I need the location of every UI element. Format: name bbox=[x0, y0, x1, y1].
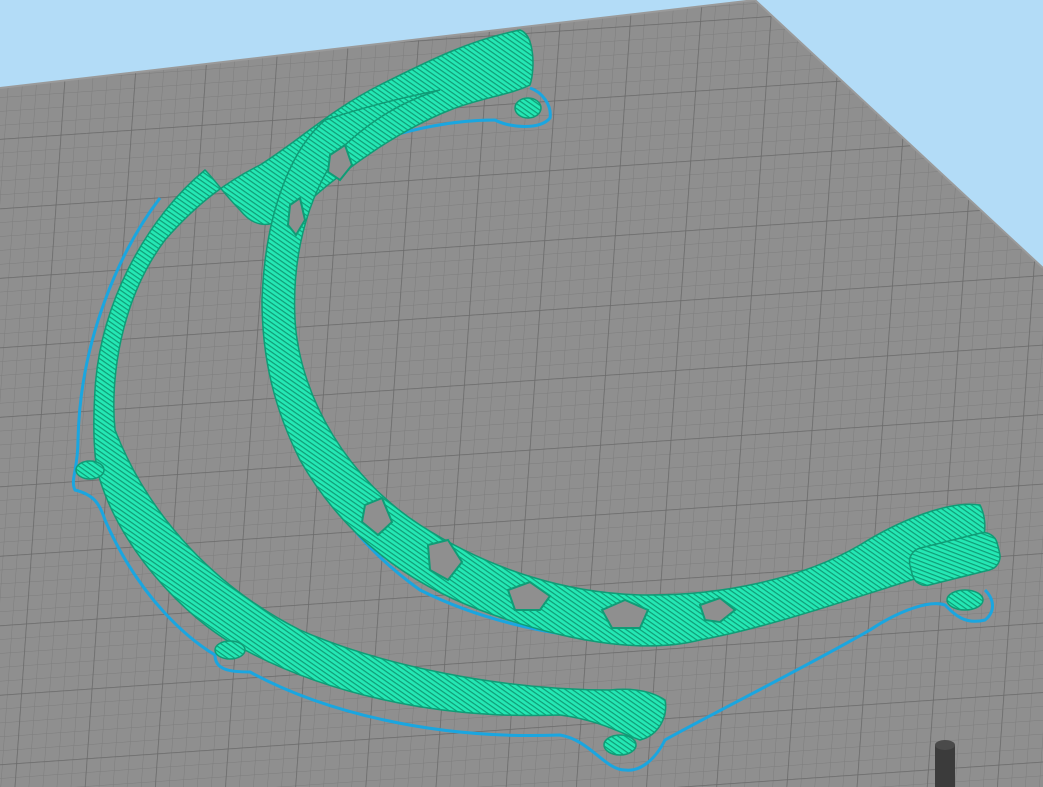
scene-canvas[interactable] bbox=[0, 0, 1043, 787]
nozzle-icon bbox=[935, 740, 955, 787]
viewport-3d[interactable] bbox=[0, 0, 1043, 787]
